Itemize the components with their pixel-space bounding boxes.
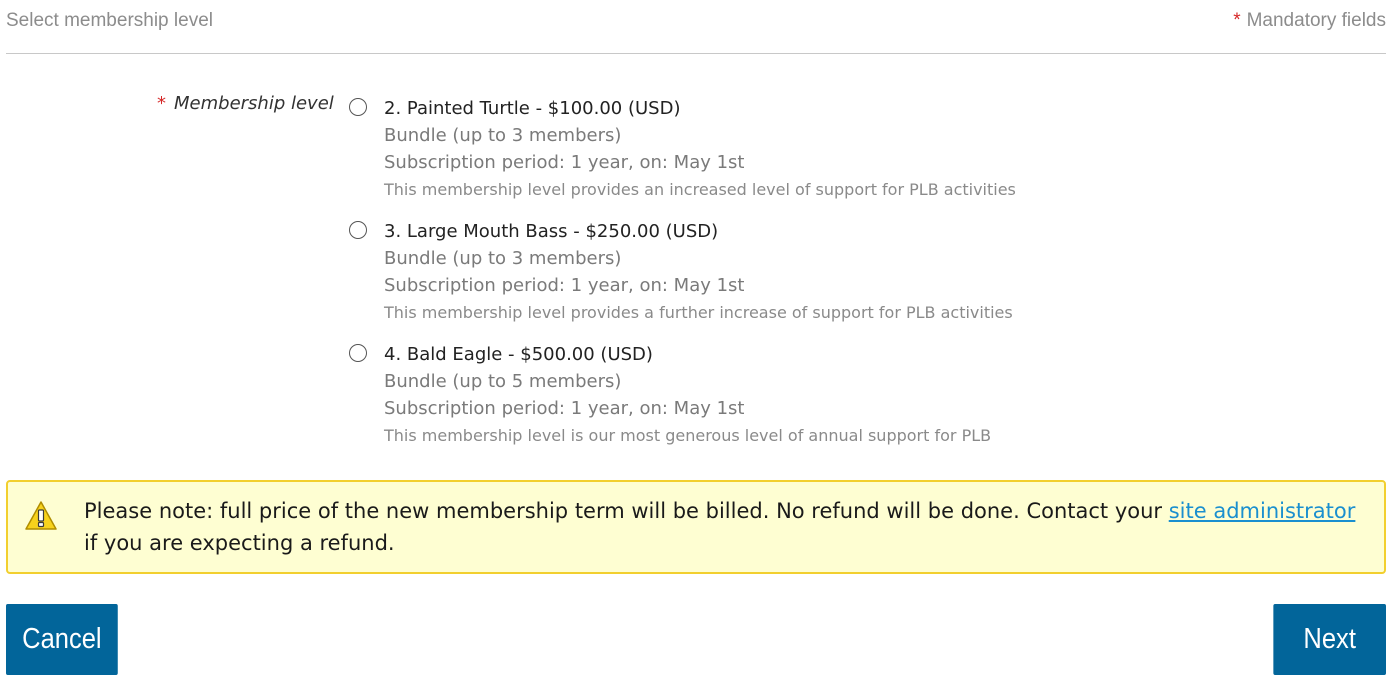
option-title[interactable]: 3. Large Mouth Bass - $250.00 (USD) bbox=[384, 219, 1013, 246]
option-bundle: Bundle (up to 5 members) bbox=[384, 371, 622, 392]
option-title[interactable]: 4. Bald Eagle - $500.00 (USD) bbox=[384, 342, 991, 369]
next-button-label: Next bbox=[1303, 623, 1356, 655]
site-administrator-link[interactable]: site administrator bbox=[1169, 499, 1356, 523]
membership-option-bald-eagle[interactable]: 4. Bald Eagle - $500.00 (USD) Bundle (up… bbox=[349, 342, 1109, 465]
required-star: * bbox=[157, 93, 166, 114]
refund-notice: Please note: full price of the new membe… bbox=[6, 480, 1386, 574]
option-text: 2. Painted Turtle - $100.00 (USD) Bundle… bbox=[384, 96, 1016, 204]
option-subscription: Subscription period: 1 year, on: May 1st bbox=[384, 152, 745, 173]
membership-option-painted-turtle[interactable]: 2. Painted Turtle - $100.00 (USD) Bundle… bbox=[349, 96, 1109, 219]
notice-text-after: if you are expecting a refund. bbox=[84, 531, 395, 555]
notice-text-before: Please note: full price of the new membe… bbox=[84, 499, 1169, 523]
option-subscription: Subscription period: 1 year, on: May 1st bbox=[384, 275, 745, 296]
cancel-button-label: Cancel bbox=[22, 623, 102, 655]
section-title: Select membership level bbox=[6, 10, 213, 31]
mandatory-fields-label: Mandatory fields bbox=[1246, 10, 1386, 31]
option-description: This membership level is our most genero… bbox=[384, 426, 992, 445]
radio-large-mouth-bass[interactable] bbox=[349, 221, 367, 239]
option-title[interactable]: 2. Painted Turtle - $100.00 (USD) bbox=[384, 96, 1016, 123]
cancel-button[interactable]: Cancel bbox=[6, 604, 118, 675]
option-bundle: Bundle (up to 3 members) bbox=[384, 125, 622, 146]
option-text: 4. Bald Eagle - $500.00 (USD) Bundle (up… bbox=[384, 342, 991, 450]
next-button[interactable]: Next bbox=[1273, 604, 1386, 675]
option-description: This membership level provides a further… bbox=[384, 303, 1013, 322]
membership-level-options: 2. Painted Turtle - $100.00 (USD) Bundle… bbox=[349, 96, 1109, 465]
membership-page: Select membership level * Mandatory field… bbox=[0, 0, 1396, 684]
membership-level-label: * Membership level bbox=[157, 93, 334, 114]
option-description: This membership level provides an increa… bbox=[384, 180, 1016, 199]
mandatory-fields-note: * Mandatory fields bbox=[1233, 10, 1386, 32]
section-header: Select membership level * Mandatory field… bbox=[6, 0, 1386, 54]
option-subscription: Subscription period: 1 year, on: May 1st bbox=[384, 398, 745, 419]
membership-level-label-text: Membership level bbox=[174, 93, 334, 114]
radio-bald-eagle[interactable] bbox=[349, 344, 367, 362]
notice-message: Please note: full price of the new membe… bbox=[84, 495, 1372, 559]
membership-option-large-mouth-bass[interactable]: 3. Large Mouth Bass - $250.00 (USD) Bund… bbox=[349, 219, 1109, 342]
option-text: 3. Large Mouth Bass - $250.00 (USD) Bund… bbox=[384, 219, 1013, 327]
warning-icon bbox=[25, 501, 57, 530]
required-star: * bbox=[1233, 10, 1241, 31]
radio-painted-turtle[interactable] bbox=[349, 98, 367, 116]
option-bundle: Bundle (up to 3 members) bbox=[384, 248, 622, 269]
